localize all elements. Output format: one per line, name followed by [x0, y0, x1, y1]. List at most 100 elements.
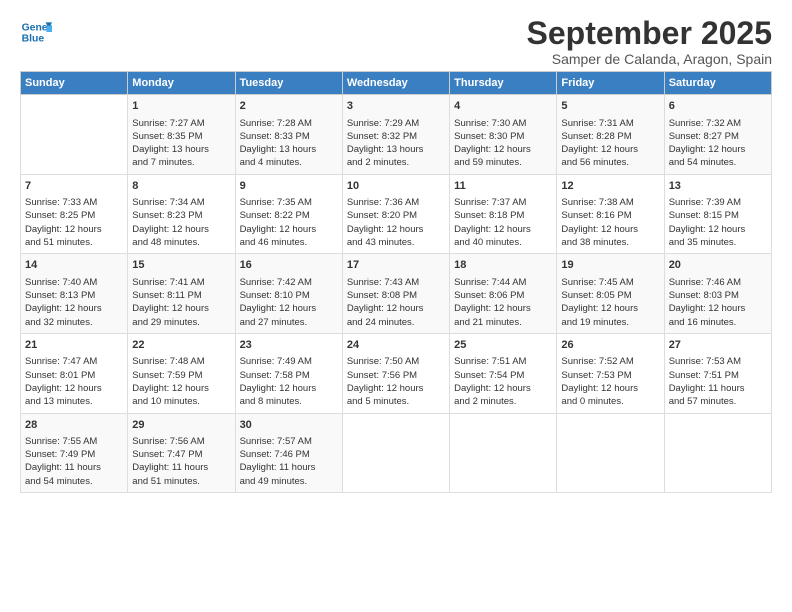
day-number: 21 — [25, 338, 123, 353]
day-number: 20 — [669, 258, 767, 273]
day-number: 23 — [240, 338, 338, 353]
month-title: September 2025 — [527, 16, 772, 51]
day-info: and 57 minutes. — [669, 395, 767, 408]
day-info: and 27 minutes. — [240, 316, 338, 329]
day-info: and 10 minutes. — [132, 395, 230, 408]
day-info: and 16 minutes. — [669, 316, 767, 329]
day-info: Sunset: 8:27 PM — [669, 130, 767, 143]
table-row: 3Sunrise: 7:29 AMSunset: 8:32 PMDaylight… — [342, 95, 449, 175]
table-row: 19Sunrise: 7:45 AMSunset: 8:05 PMDayligh… — [557, 254, 664, 334]
day-number: 17 — [347, 258, 445, 273]
day-info: Sunrise: 7:27 AM — [132, 117, 230, 130]
table-row: 24Sunrise: 7:50 AMSunset: 7:56 PMDayligh… — [342, 333, 449, 413]
day-number: 25 — [454, 338, 552, 353]
header-wednesday: Wednesday — [342, 72, 449, 95]
day-number: 28 — [25, 418, 123, 433]
day-info: Sunset: 8:20 PM — [347, 209, 445, 222]
day-number: 2 — [240, 99, 338, 114]
table-row: 17Sunrise: 7:43 AMSunset: 8:08 PMDayligh… — [342, 254, 449, 334]
calendar-week-row: 21Sunrise: 7:47 AMSunset: 8:01 PMDayligh… — [21, 333, 772, 413]
day-info: Sunset: 7:59 PM — [132, 369, 230, 382]
table-row: 13Sunrise: 7:39 AMSunset: 8:15 PMDayligh… — [664, 174, 771, 254]
day-info: Sunrise: 7:53 AM — [669, 355, 767, 368]
day-info: and 54 minutes. — [25, 475, 123, 488]
svg-text:Blue: Blue — [22, 34, 45, 45]
day-info: Sunset: 8:33 PM — [240, 130, 338, 143]
title-block: September 2025 Samper de Calanda, Aragon… — [527, 16, 772, 67]
day-info: Sunrise: 7:49 AM — [240, 355, 338, 368]
table-row — [450, 413, 557, 493]
header-saturday: Saturday — [664, 72, 771, 95]
day-info: and 13 minutes. — [25, 395, 123, 408]
day-number: 11 — [454, 179, 552, 194]
day-info: Sunrise: 7:50 AM — [347, 355, 445, 368]
day-info: Daylight: 12 hours — [561, 143, 659, 156]
day-info: Sunset: 7:46 PM — [240, 448, 338, 461]
day-info: Sunrise: 7:45 AM — [561, 276, 659, 289]
day-info: Sunrise: 7:52 AM — [561, 355, 659, 368]
day-info: Sunset: 8:15 PM — [669, 209, 767, 222]
day-info: Sunrise: 7:48 AM — [132, 355, 230, 368]
day-info: Daylight: 13 hours — [132, 143, 230, 156]
table-row: 29Sunrise: 7:56 AMSunset: 7:47 PMDayligh… — [128, 413, 235, 493]
day-info: and 21 minutes. — [454, 316, 552, 329]
day-number: 19 — [561, 258, 659, 273]
table-row: 15Sunrise: 7:41 AMSunset: 8:11 PMDayligh… — [128, 254, 235, 334]
table-row: 25Sunrise: 7:51 AMSunset: 7:54 PMDayligh… — [450, 333, 557, 413]
day-info: Sunset: 7:51 PM — [669, 369, 767, 382]
day-info: Daylight: 12 hours — [25, 223, 123, 236]
day-info: Sunrise: 7:40 AM — [25, 276, 123, 289]
table-row: 26Sunrise: 7:52 AMSunset: 7:53 PMDayligh… — [557, 333, 664, 413]
day-info: Daylight: 12 hours — [454, 382, 552, 395]
table-row: 1Sunrise: 7:27 AMSunset: 8:35 PMDaylight… — [128, 95, 235, 175]
day-info: Daylight: 12 hours — [240, 302, 338, 315]
day-number: 8 — [132, 179, 230, 194]
day-number: 24 — [347, 338, 445, 353]
day-info: Daylight: 12 hours — [240, 223, 338, 236]
day-info: Sunrise: 7:28 AM — [240, 117, 338, 130]
header-monday: Monday — [128, 72, 235, 95]
day-info: Daylight: 12 hours — [454, 223, 552, 236]
day-number: 7 — [25, 179, 123, 194]
day-number: 3 — [347, 99, 445, 114]
day-info: Daylight: 12 hours — [25, 382, 123, 395]
day-info: Sunset: 8:30 PM — [454, 130, 552, 143]
day-info: Sunrise: 7:41 AM — [132, 276, 230, 289]
day-info: Sunrise: 7:56 AM — [132, 435, 230, 448]
day-info: Sunset: 8:35 PM — [132, 130, 230, 143]
day-number: 30 — [240, 418, 338, 433]
day-number: 18 — [454, 258, 552, 273]
day-info: Sunrise: 7:29 AM — [347, 117, 445, 130]
table-row: 14Sunrise: 7:40 AMSunset: 8:13 PMDayligh… — [21, 254, 128, 334]
day-info: Sunrise: 7:42 AM — [240, 276, 338, 289]
day-info: Sunset: 7:58 PM — [240, 369, 338, 382]
table-row: 6Sunrise: 7:32 AMSunset: 8:27 PMDaylight… — [664, 95, 771, 175]
day-info: Sunrise: 7:31 AM — [561, 117, 659, 130]
table-row: 22Sunrise: 7:48 AMSunset: 7:59 PMDayligh… — [128, 333, 235, 413]
day-info: Sunrise: 7:57 AM — [240, 435, 338, 448]
day-info: and 29 minutes. — [132, 316, 230, 329]
table-row: 28Sunrise: 7:55 AMSunset: 7:49 PMDayligh… — [21, 413, 128, 493]
table-row: 20Sunrise: 7:46 AMSunset: 8:03 PMDayligh… — [664, 254, 771, 334]
table-row — [21, 95, 128, 175]
table-row: 7Sunrise: 7:33 AMSunset: 8:25 PMDaylight… — [21, 174, 128, 254]
day-info: Daylight: 12 hours — [561, 302, 659, 315]
day-info: Daylight: 13 hours — [240, 143, 338, 156]
day-number: 16 — [240, 258, 338, 273]
day-info: Daylight: 11 hours — [669, 382, 767, 395]
table-row: 2 Sunrise: 7:28 AMSunset: 8:33 PMDaylight… — [235, 95, 342, 175]
calendar-week-row: 1Sunrise: 7:27 AMSunset: 8:35 PMDaylight… — [21, 95, 772, 175]
header-friday: Friday — [557, 72, 664, 95]
table-row: 10Sunrise: 7:36 AMSunset: 8:20 PMDayligh… — [342, 174, 449, 254]
day-info: Sunrise: 7:36 AM — [347, 196, 445, 209]
day-info: Daylight: 13 hours — [347, 143, 445, 156]
day-info: Daylight: 12 hours — [669, 143, 767, 156]
day-info: Daylight: 12 hours — [347, 302, 445, 315]
header-tuesday: Tuesday — [235, 72, 342, 95]
day-info: Daylight: 12 hours — [25, 302, 123, 315]
day-info: and 5 minutes. — [347, 395, 445, 408]
day-info: Daylight: 12 hours — [561, 223, 659, 236]
header-sunday: Sunday — [21, 72, 128, 95]
day-info: Sunset: 8:13 PM — [25, 289, 123, 302]
table-row: 4Sunrise: 7:30 AMSunset: 8:30 PMDaylight… — [450, 95, 557, 175]
